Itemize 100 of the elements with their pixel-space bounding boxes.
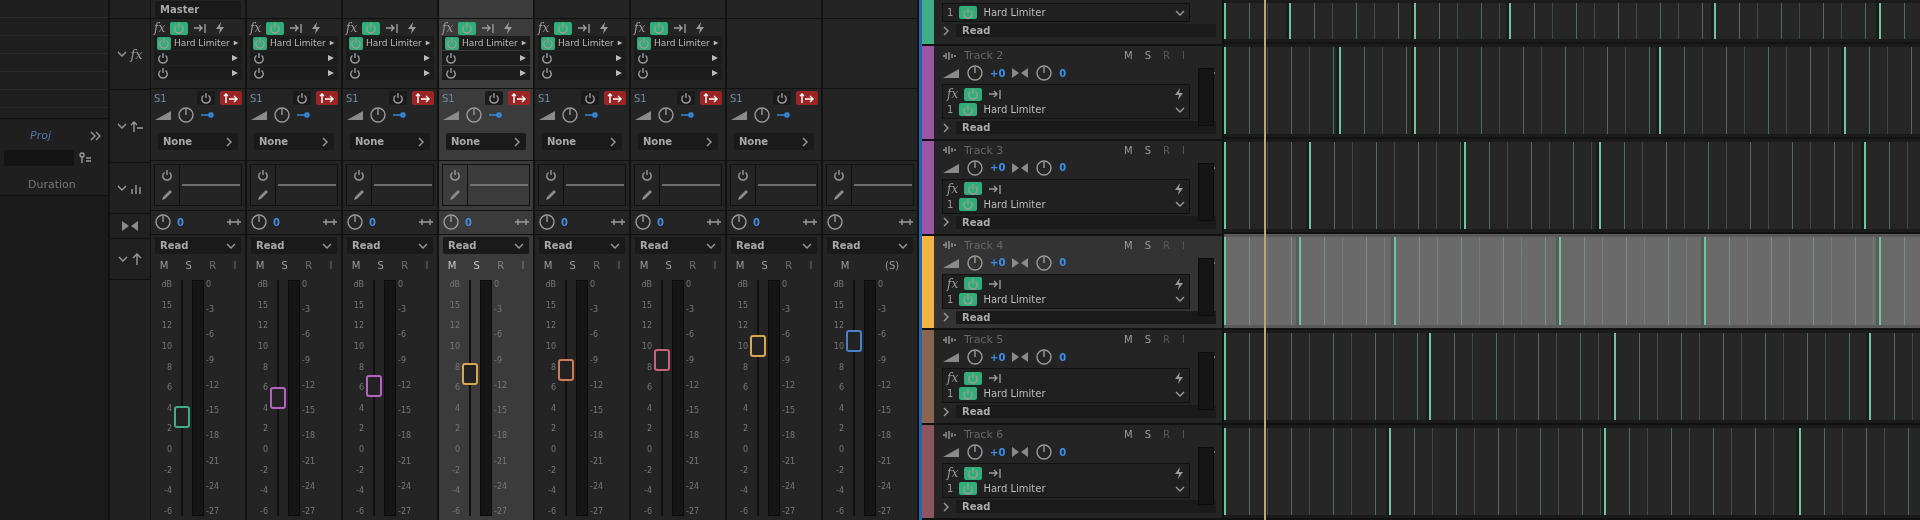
panel-tab[interactable]: Proj	[30, 129, 51, 142]
track-button[interactable]: M	[639, 259, 649, 271]
lightning-icon[interactable]	[1173, 466, 1185, 481]
stereo-link-icon[interactable]	[418, 218, 434, 226]
knob-icon[interactable]	[826, 213, 844, 231]
chevron-down-icon[interactable]	[116, 184, 127, 192]
chevron-down-icon[interactable]	[226, 241, 236, 250]
track-button[interactable]: M	[1121, 334, 1136, 346]
knob-icon[interactable]	[346, 213, 364, 231]
power-button[interactable]	[959, 482, 978, 496]
automation-dropdown[interactable]: Read	[251, 237, 337, 254]
power-button[interactable]	[157, 36, 171, 50]
send-output-dropdown[interactable]: None	[254, 133, 334, 150]
power-icon[interactable]	[253, 67, 265, 79]
power-button[interactable]	[959, 103, 978, 116]
chevron-right-icon[interactable]	[417, 136, 425, 147]
power-button[interactable]	[266, 21, 285, 35]
lightning-icon[interactable]	[1173, 181, 1185, 196]
pencil-icon[interactable]	[832, 187, 846, 202]
knob-icon[interactable]	[634, 213, 652, 231]
power-button[interactable]	[541, 36, 555, 50]
chevron-down-icon[interactable]	[116, 122, 127, 130]
power-icon[interactable]	[541, 52, 553, 64]
chevron-right-icon[interactable]	[942, 501, 950, 512]
power-button[interactable]	[253, 36, 267, 50]
power-icon[interactable]	[157, 67, 169, 79]
knob-icon[interactable]	[966, 253, 984, 272]
power-button[interactable]	[964, 182, 983, 196]
power-icon[interactable]	[641, 168, 653, 181]
power-icon[interactable]	[637, 52, 649, 64]
chevron-down-icon[interactable]	[1175, 200, 1185, 209]
send-button[interactable]	[220, 91, 242, 105]
power-button[interactable]	[964, 87, 983, 101]
send-button[interactable]	[796, 91, 818, 105]
output-dropdown[interactable]: Master	[155, 0, 241, 18]
fader-handle[interactable]	[750, 335, 766, 358]
automation-dropdown[interactable]: Read	[443, 237, 529, 254]
lightning-icon[interactable]	[1173, 87, 1185, 101]
chevron-right-icon[interactable]	[705, 136, 713, 147]
power-button[interactable]	[677, 91, 695, 105]
fader-handle[interactable]	[462, 363, 478, 386]
chevron-right-icon[interactable]	[942, 217, 950, 228]
stereo-link-icon[interactable]	[706, 218, 722, 226]
fader-handle[interactable]	[366, 375, 382, 398]
send-button[interactable]	[316, 91, 338, 105]
track-button[interactable]: M	[543, 259, 553, 271]
effect-name[interactable]: Hard Limiter	[983, 293, 1169, 305]
track-button[interactable]: M	[735, 259, 745, 271]
stereo-link-icon[interactable]	[226, 218, 242, 226]
knob-icon[interactable]	[966, 443, 984, 462]
pencil-icon[interactable]	[544, 187, 558, 202]
power-button[interactable]	[445, 36, 459, 50]
lightning-icon[interactable]	[694, 21, 707, 35]
pencil-icon[interactable]	[160, 187, 174, 202]
track-button[interactable]: M	[159, 259, 169, 271]
power-icon[interactable]	[349, 67, 361, 79]
chevron-down-icon[interactable]	[1175, 8, 1185, 17]
track-button[interactable]: S	[185, 259, 192, 271]
send-output-dropdown[interactable]: None	[350, 133, 430, 150]
lightning-icon[interactable]	[598, 21, 611, 35]
track-button[interactable]: S	[473, 259, 480, 271]
knob-icon[interactable]	[561, 106, 579, 124]
knob-icon[interactable]	[154, 213, 172, 231]
lightning-icon[interactable]	[310, 21, 323, 35]
effect-name[interactable]: Hard Limiter	[983, 7, 1169, 18]
chevron-down-icon[interactable]	[418, 241, 428, 250]
fader-handle[interactable]	[846, 330, 862, 353]
automation-dropdown[interactable]: Read	[956, 215, 1216, 229]
send-output-dropdown[interactable]: None	[638, 133, 718, 150]
track-button[interactable]: M	[1121, 144, 1136, 156]
knob-icon[interactable]	[177, 106, 195, 124]
stereo-link-icon[interactable]	[514, 218, 530, 226]
track-button[interactable]: S	[1141, 144, 1155, 156]
double-chevron-icon[interactable]	[90, 130, 102, 141]
knob-icon[interactable]	[465, 106, 483, 124]
power-button[interactable]	[959, 197, 978, 211]
power-icon[interactable]	[157, 52, 169, 64]
knob-icon[interactable]	[966, 158, 984, 177]
power-icon[interactable]	[541, 67, 553, 79]
track-button[interactable]: M	[351, 259, 361, 271]
power-button[interactable]	[959, 387, 978, 401]
power-button[interactable]	[554, 21, 573, 35]
power-icon[interactable]	[833, 168, 845, 181]
chevron-down-icon[interactable]	[610, 241, 620, 250]
power-icon[interactable]	[161, 168, 173, 181]
power-icon[interactable]	[445, 67, 457, 79]
effect-name[interactable]: Hard Limiter	[983, 198, 1169, 210]
track-button[interactable]: S	[761, 259, 768, 271]
send-button[interactable]	[700, 91, 722, 105]
power-icon[interactable]	[253, 52, 265, 64]
track-button[interactable]: S	[1141, 429, 1155, 441]
power-icon[interactable]	[257, 168, 269, 181]
lightning-icon[interactable]	[214, 21, 227, 35]
power-button[interactable]	[293, 91, 311, 105]
stereo-link-icon[interactable]	[322, 218, 338, 226]
automation-dropdown[interactable]: Read	[956, 500, 1216, 514]
automation-dropdown[interactable]: Read	[635, 237, 721, 254]
track-button[interactable]: M	[840, 259, 850, 271]
send-button[interactable]	[412, 91, 434, 105]
automation-dropdown[interactable]: Read	[731, 237, 817, 254]
